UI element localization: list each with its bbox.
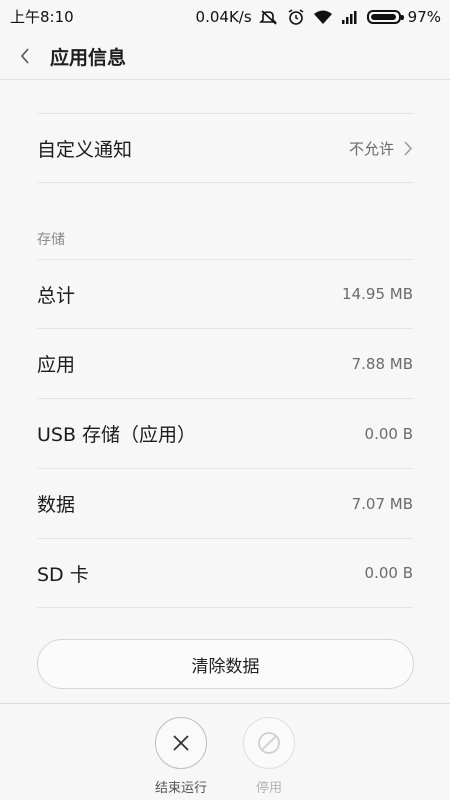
- storage-row-usb: USB 存储（应用） 0.00 B: [37, 399, 413, 468]
- storage-label: SD 卡: [37, 563, 89, 586]
- storage-label: 应用: [37, 354, 76, 376]
- custom-notification-value: 不允许: [349, 138, 413, 159]
- custom-notification-label: 自定义通知: [37, 138, 133, 161]
- disable-action[interactable]: 停用: [224, 717, 314, 796]
- network-speed: 0.04K/s: [195, 7, 252, 26]
- divider: [37, 607, 413, 608]
- bottom-action-bar: 结束运行 停用: [0, 703, 450, 800]
- storage-row-app: 应用 7.88 MB: [37, 329, 413, 398]
- block-icon: [258, 732, 280, 754]
- status-icons: 0.04K/s 97%: [196, 8, 441, 26]
- clear-data-button[interactable]: 清除数据: [37, 639, 414, 689]
- storage-label: 数据: [37, 494, 76, 516]
- notification-status: 不允许: [348, 139, 394, 158]
- storage-row-total: 总计 14.95 MB: [37, 260, 413, 328]
- divider: [37, 182, 413, 183]
- title-bar: 应用信息: [0, 33, 450, 80]
- back-button[interactable]: [0, 33, 50, 80]
- disable-label: 停用: [255, 781, 282, 796]
- storage-label: USB 存储（应用）: [37, 424, 197, 446]
- force-stop-button[interactable]: [155, 717, 207, 769]
- close-icon: [173, 735, 189, 751]
- storage-row-sd-card: SD 卡 0.00 B: [37, 539, 413, 607]
- storage-value: 0.00 B: [364, 424, 413, 443]
- wifi-icon: [313, 9, 333, 25]
- battery-percent: 97%: [407, 7, 441, 26]
- status-bar: 上午8:10 0.04K/s 97%: [0, 0, 450, 33]
- force-stop-action[interactable]: 结束运行: [136, 717, 226, 796]
- storage-section-label: 存储: [37, 232, 65, 248]
- battery-icon: [366, 9, 404, 24]
- disable-button[interactable]: [243, 717, 295, 769]
- storage-value: 7.07 MB: [351, 494, 413, 513]
- storage-value: 14.95 MB: [342, 285, 413, 303]
- force-stop-label: 结束运行: [154, 781, 207, 796]
- chevron-right-icon: [404, 140, 413, 156]
- storage-row-data: 数据 7.07 MB: [37, 469, 413, 538]
- status-time: 上午8:10: [10, 8, 74, 26]
- storage-value: 0.00 B: [364, 564, 413, 582]
- mute-icon: [258, 9, 279, 25]
- storage-value: 7.88 MB: [351, 354, 413, 373]
- alarm-icon: [286, 8, 306, 25]
- app-info-content[interactable]: 自定义通知 不允许 存储 总计 14.95 MB 应用 7.88 MB USB …: [0, 81, 450, 703]
- page-title: 应用信息: [50, 46, 127, 69]
- chevron-left-icon: [20, 48, 29, 64]
- storage-label: 总计: [37, 284, 76, 307]
- signal-icon: [340, 9, 360, 25]
- custom-notification-row[interactable]: 自定义通知 不允许: [37, 114, 413, 182]
